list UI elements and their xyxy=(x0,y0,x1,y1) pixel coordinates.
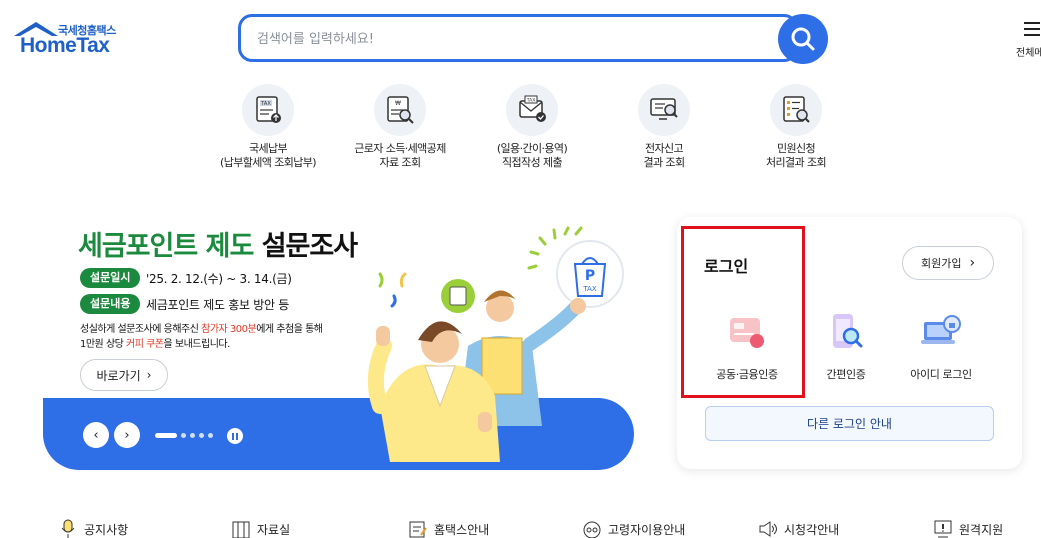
highlight-box xyxy=(681,226,805,398)
quick-menu-efiling-result[interactable]: 전자신고 결과 조회 xyxy=(599,84,729,170)
footer-label: 고령자이용안내 xyxy=(608,522,686,537)
remote-support-icon xyxy=(934,520,952,538)
banner-pause-button[interactable] xyxy=(227,428,243,444)
desc1-part2: 에게 추첨을 통해 xyxy=(256,324,323,335)
hamburger-icon xyxy=(1024,22,1040,36)
svg-text:TAX: TAX xyxy=(526,98,536,104)
quick-label-line2: (납부할세액 조회납부) xyxy=(220,156,317,169)
laptop-lock-icon xyxy=(918,310,964,356)
login-option-label: 간편인증 xyxy=(826,368,866,381)
survey-date-value: '25. 2. 12.(수) ~ 3. 14.(금) xyxy=(146,272,292,286)
desc2-part1: 1만원 상당 xyxy=(80,339,127,350)
phone-search-icon xyxy=(823,310,869,356)
search-button[interactable] xyxy=(778,14,828,64)
quick-menu-deduction-data[interactable]: ₩ 근로자 소득·세액공제 자료 조회 xyxy=(335,84,465,170)
tax-tag: TAX xyxy=(582,285,597,293)
pagination-dot[interactable] xyxy=(199,432,204,438)
quick-label-line1: 전자신고 xyxy=(644,142,684,155)
tax-mail-icon: TAX xyxy=(506,84,558,136)
survey-content-value: 세금포인트 제도 홍보 방안 등 xyxy=(146,298,289,312)
quick-label-line2: 직접작성 제출 xyxy=(501,156,563,169)
banner-go-label: 바로가기 xyxy=(96,368,141,383)
chevron-left-icon: ‹ xyxy=(93,427,99,443)
quick-label-line1: 국세납부 xyxy=(248,142,288,155)
guide-icon xyxy=(409,521,427,538)
chevron-right-icon: › xyxy=(124,427,130,443)
speaker-icon xyxy=(759,521,777,537)
footer-elderly-guide[interactable]: 고령자이용안내 xyxy=(582,518,685,538)
desc2-highlight: 커피 쿠폰 xyxy=(126,339,164,350)
all-menu-button[interactable]: 전체메 xyxy=(1014,20,1041,60)
microphone-icon xyxy=(61,519,75,538)
pagination-dot[interactable] xyxy=(190,432,195,438)
p-tag: P xyxy=(585,268,595,284)
signup-button[interactable]: 회원가입 › xyxy=(902,246,994,280)
search-icon xyxy=(791,27,815,51)
banner-pagination xyxy=(155,432,213,438)
document-search-icon: ₩ xyxy=(374,84,426,136)
quick-label-line1: 근로자 소득·세액공제 xyxy=(354,142,446,155)
banner-description: 성실하게 설문조사에 응해주신 참가자 300분에게 추첨을 통해 1만원 상당… xyxy=(80,322,323,352)
svg-text:TAX: TAX xyxy=(260,101,271,107)
other-login-button[interactable]: 다른 로그인 안내 xyxy=(705,406,994,441)
footer-label: 원격지원 xyxy=(959,522,1004,537)
quick-menu-tax-payment[interactable]: TAX 국세납부 (납부할세액 조회납부) xyxy=(203,84,333,170)
pause-icon xyxy=(232,432,234,440)
logo-title: HomeTax xyxy=(20,34,110,57)
quick-label-line2: 결과 조회 xyxy=(643,156,686,169)
banner-go-button[interactable]: 바로가기 › xyxy=(80,359,168,391)
svg-text:₩: ₩ xyxy=(395,100,401,107)
checklist-search-icon xyxy=(770,84,822,136)
tax-payment-icon: TAX xyxy=(242,84,294,136)
monitor-search-icon xyxy=(638,84,690,136)
other-login-label: 다른 로그인 안내 xyxy=(807,417,892,431)
quick-label-line2: 자료 조회 xyxy=(379,156,422,169)
search-input[interactable] xyxy=(257,28,757,50)
chevron-right-icon: › xyxy=(146,368,152,382)
pagination-dot[interactable] xyxy=(208,432,213,438)
banner-title: 세금포인트 제도 설문조사 xyxy=(78,224,358,263)
quick-menu-direct-submit[interactable]: TAX (일용·간이·용역) 직접작성 제출 xyxy=(467,84,597,170)
pagination-dot[interactable] xyxy=(181,432,186,438)
chevron-right-icon: › xyxy=(969,255,976,271)
footer-archive[interactable]: 자료실 xyxy=(231,518,290,538)
footer-audiovisual-guide[interactable]: 시청각안내 xyxy=(758,518,839,538)
signup-label: 회원가입 xyxy=(920,257,962,270)
banner-next-button[interactable]: › xyxy=(114,422,140,448)
survey-illustration: P TAX xyxy=(367,226,624,462)
footer-label: 홈택스안내 xyxy=(434,522,490,537)
footer-notice[interactable]: 공지사항 xyxy=(58,518,128,538)
desc1-part1: 성실하게 설문조사에 응해주신 xyxy=(80,324,202,335)
search-box xyxy=(238,14,798,62)
quick-label-line1: (일용·간이·용역) xyxy=(496,142,568,155)
login-option-simple-auth[interactable]: 간편인증 xyxy=(796,310,896,382)
quick-label-line2: 처리결과 조회 xyxy=(765,156,827,169)
banner-prev-button[interactable]: ‹ xyxy=(83,422,109,448)
desc2-part2: 을 보내드립니다. xyxy=(163,339,231,350)
footer-label: 공지사항 xyxy=(84,522,129,537)
footer-hometax-guide[interactable]: 홈택스안내 xyxy=(408,518,489,538)
quick-label-line1: 민원신청 xyxy=(776,142,816,155)
elderly-icon xyxy=(583,521,601,538)
survey-content-pill: 설문내용 xyxy=(80,294,141,314)
footer-remote-support[interactable]: 원격지원 xyxy=(933,518,1003,538)
archive-icon xyxy=(232,521,250,538)
survey-date-pill: 설문일시 xyxy=(80,268,141,288)
footer-label: 자료실 xyxy=(257,522,291,537)
desc1-highlight: 참가자 300분 xyxy=(201,324,257,335)
footer-label: 시청각안내 xyxy=(784,522,840,537)
quick-menu-civil-result[interactable]: 민원신청 처리결과 조회 xyxy=(731,84,861,170)
pagination-active[interactable] xyxy=(155,432,177,438)
all-menu-label: 전체메 xyxy=(1016,48,1041,59)
banner-title-black: 설문조사 xyxy=(261,231,358,262)
login-option-label: 아이디 로그인 xyxy=(910,368,972,381)
login-option-id[interactable]: 아이디 로그인 xyxy=(891,310,991,382)
banner-title-green: 세금포인트 제도 xyxy=(78,231,254,262)
